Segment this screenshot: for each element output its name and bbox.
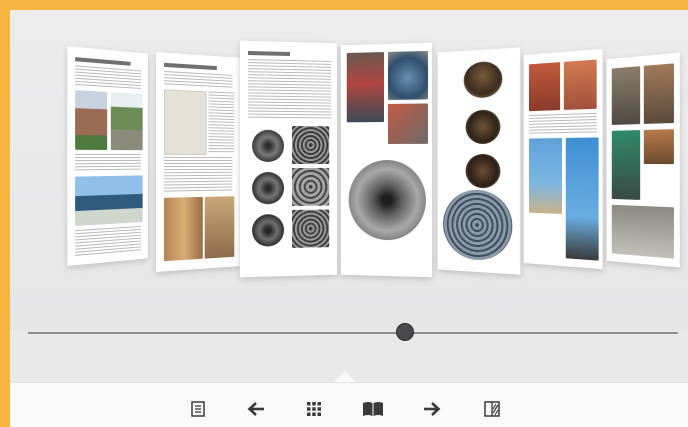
- spiral-bowl-1: [252, 129, 285, 163]
- photo-arch: [204, 196, 235, 259]
- spiral-bowl-3: [252, 214, 285, 247]
- photo-copper-pieces: [387, 103, 429, 144]
- page-carousel[interactable]: [10, 10, 688, 330]
- photo-green-figures: [611, 130, 641, 200]
- photo-gate: [110, 92, 143, 151]
- bronze-bowl-1: [463, 60, 503, 99]
- photo-blue-dish: [387, 50, 429, 100]
- open-book-icon: [362, 401, 384, 417]
- photo-large-bowl: [348, 160, 426, 241]
- single-page-view-button[interactable]: [481, 398, 503, 420]
- arrow-left-icon: [247, 401, 265, 417]
- photo-copper-leaves: [563, 59, 597, 110]
- photo-ornamental-gate: [75, 175, 143, 227]
- photo-sketch-map: [163, 89, 207, 156]
- spiral-detail-1: [291, 126, 330, 164]
- next-page-button[interactable]: [421, 398, 443, 420]
- photo-doorway: [163, 196, 203, 262]
- photo-stone-plaque: [611, 204, 674, 259]
- previous-page-button[interactable]: [245, 398, 267, 420]
- table-of-contents-button[interactable]: [187, 398, 209, 420]
- photo-sculpture-sky: [565, 137, 599, 261]
- list-icon: [191, 401, 205, 417]
- thumbnails-button[interactable]: [303, 398, 325, 420]
- grid-icon: [306, 401, 322, 417]
- page-slider-track[interactable]: [28, 332, 678, 334]
- book-page-6[interactable]: [523, 48, 603, 270]
- spiral-bowl-2: [252, 172, 285, 205]
- book-view-button[interactable]: [362, 398, 384, 420]
- flipbook-viewer: [10, 10, 688, 427]
- photo-building: [75, 90, 108, 150]
- photo-workshop-2: [643, 63, 674, 124]
- book-page-4[interactable]: [340, 42, 433, 278]
- bronze-bowl-3: [465, 153, 501, 189]
- page-layout-icon: [484, 401, 500, 417]
- book-page-3[interactable]: [239, 40, 337, 278]
- photo-red-sculpture: [528, 62, 561, 112]
- page-slider-thumb[interactable]: [396, 323, 414, 341]
- book-page-2[interactable]: [155, 52, 240, 272]
- book-page-7[interactable]: [606, 52, 680, 268]
- photo-workshop-3: [643, 129, 674, 165]
- photo-spiral-plate: [443, 189, 513, 262]
- bronze-bowl-2: [465, 109, 501, 145]
- spiral-detail-3: [291, 209, 330, 248]
- viewer-frame: [0, 0, 688, 427]
- toolbar-pointer: [334, 371, 356, 382]
- photo-person-sky: [528, 138, 562, 214]
- bottom-toolbar: [10, 382, 688, 427]
- spiral-detail-2: [291, 167, 330, 206]
- arrow-right-icon: [423, 401, 441, 417]
- photo-vessels-collage: [346, 52, 385, 123]
- book-page-1[interactable]: [67, 46, 148, 266]
- book-page-5[interactable]: [437, 47, 521, 275]
- photo-workshop-1: [611, 66, 641, 125]
